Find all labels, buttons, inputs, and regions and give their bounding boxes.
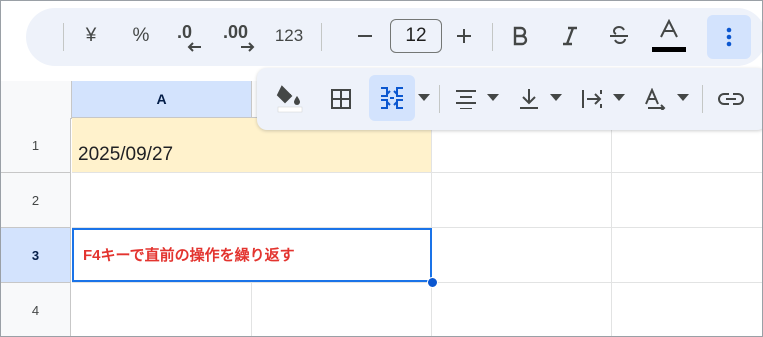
row-header-2[interactable]: 2	[1, 173, 71, 228]
text-wrapping-button[interactable]	[577, 81, 607, 117]
vertical-align-dropdown[interactable]	[547, 87, 565, 109]
percent-format-button[interactable]: %	[123, 19, 159, 53]
text-rotation-button[interactable]	[641, 81, 671, 117]
caret-down-icon	[550, 94, 562, 101]
arrow-right-icon	[241, 42, 255, 52]
text-color-a-icon	[660, 19, 678, 38]
increase-decimal-label: .00	[223, 22, 249, 42]
cell-d4[interactable]	[612, 283, 762, 336]
column-header-a[interactable]: A	[72, 81, 252, 118]
fill-handle[interactable]	[427, 277, 438, 288]
decrease-decimal-label: .0	[177, 22, 193, 42]
cell-d2[interactable]	[612, 173, 762, 228]
font-size-input[interactable]: 12	[390, 19, 442, 53]
borders-grid-icon	[331, 89, 351, 109]
strikethrough-icon	[610, 25, 628, 45]
align-center-icon	[456, 90, 476, 109]
currency-format-button[interactable]: ¥	[73, 19, 109, 53]
horizontal-align-dropdown[interactable]	[484, 87, 502, 109]
number-format-button[interactable]: 123	[269, 19, 309, 53]
horizontal-align-button[interactable]	[451, 81, 481, 117]
text-rotation-icon	[645, 88, 666, 110]
vertical-align-button[interactable]	[514, 81, 544, 117]
cell-a4[interactable]	[72, 283, 252, 336]
row-header-3[interactable]: 3	[1, 228, 71, 283]
toolbar-divider	[492, 23, 493, 51]
more-options-button[interactable]	[707, 15, 751, 59]
increase-decimal-button[interactable]: .00	[219, 17, 261, 55]
bold-button[interactable]	[503, 19, 537, 53]
insert-link-button[interactable]	[713, 81, 749, 117]
toolbar-divider	[321, 23, 322, 51]
borders-button[interactable]	[323, 81, 359, 117]
toolbar-divider	[702, 85, 703, 113]
toolbar-divider	[63, 23, 64, 51]
selection-outline	[72, 228, 432, 282]
toolbar-divider	[439, 85, 440, 113]
cell-a2-merged[interactable]	[72, 173, 432, 228]
text-rotation-dropdown[interactable]	[674, 87, 692, 109]
more-vertical-icon	[726, 27, 732, 47]
merge-cells-dropdown[interactable]	[415, 87, 433, 109]
paint-bucket-icon	[276, 85, 303, 113]
decrease-font-size-button[interactable]	[349, 19, 381, 53]
merge-cells-button[interactable]	[369, 75, 415, 121]
fill-color-button[interactable]	[269, 77, 311, 119]
link-icon	[718, 93, 744, 105]
cell-a1-date-text: 2025/09/27	[78, 144, 174, 165]
text-color-swatch	[652, 47, 686, 52]
merge-cells-icon	[381, 87, 403, 109]
cell-c4[interactable]	[432, 283, 612, 336]
cell-d3[interactable]	[612, 228, 762, 283]
minus-icon	[358, 35, 372, 37]
text-color-button[interactable]	[650, 17, 688, 55]
cell-c3[interactable]	[432, 228, 612, 283]
strikethrough-button[interactable]	[601, 19, 637, 53]
text-overflow-icon	[582, 90, 602, 108]
bold-icon	[513, 26, 528, 46]
caret-down-icon	[613, 94, 625, 101]
italic-icon	[563, 26, 577, 46]
row-header-1[interactable]: 1	[1, 118, 71, 173]
cell-c2[interactable]	[432, 173, 612, 228]
arrow-left-icon	[187, 42, 201, 52]
italic-button[interactable]	[553, 19, 587, 53]
align-bottom-icon	[520, 89, 538, 109]
caret-down-icon	[487, 94, 499, 101]
plus-icon	[457, 29, 471, 43]
caret-down-icon	[418, 94, 430, 101]
caret-down-icon	[677, 94, 689, 101]
row-header-4[interactable]: 4	[1, 283, 71, 336]
cell-b4[interactable]	[252, 283, 432, 336]
select-all-corner[interactable]	[1, 81, 72, 119]
increase-font-size-button[interactable]	[448, 19, 480, 53]
text-wrapping-dropdown[interactable]	[610, 87, 628, 109]
spreadsheet-window: A 1 2 3 4 2025/09/27 F4キーで直前の操作を繰り返す ¥ %…	[0, 0, 763, 337]
decrease-decimal-button[interactable]: .0	[169, 17, 209, 55]
